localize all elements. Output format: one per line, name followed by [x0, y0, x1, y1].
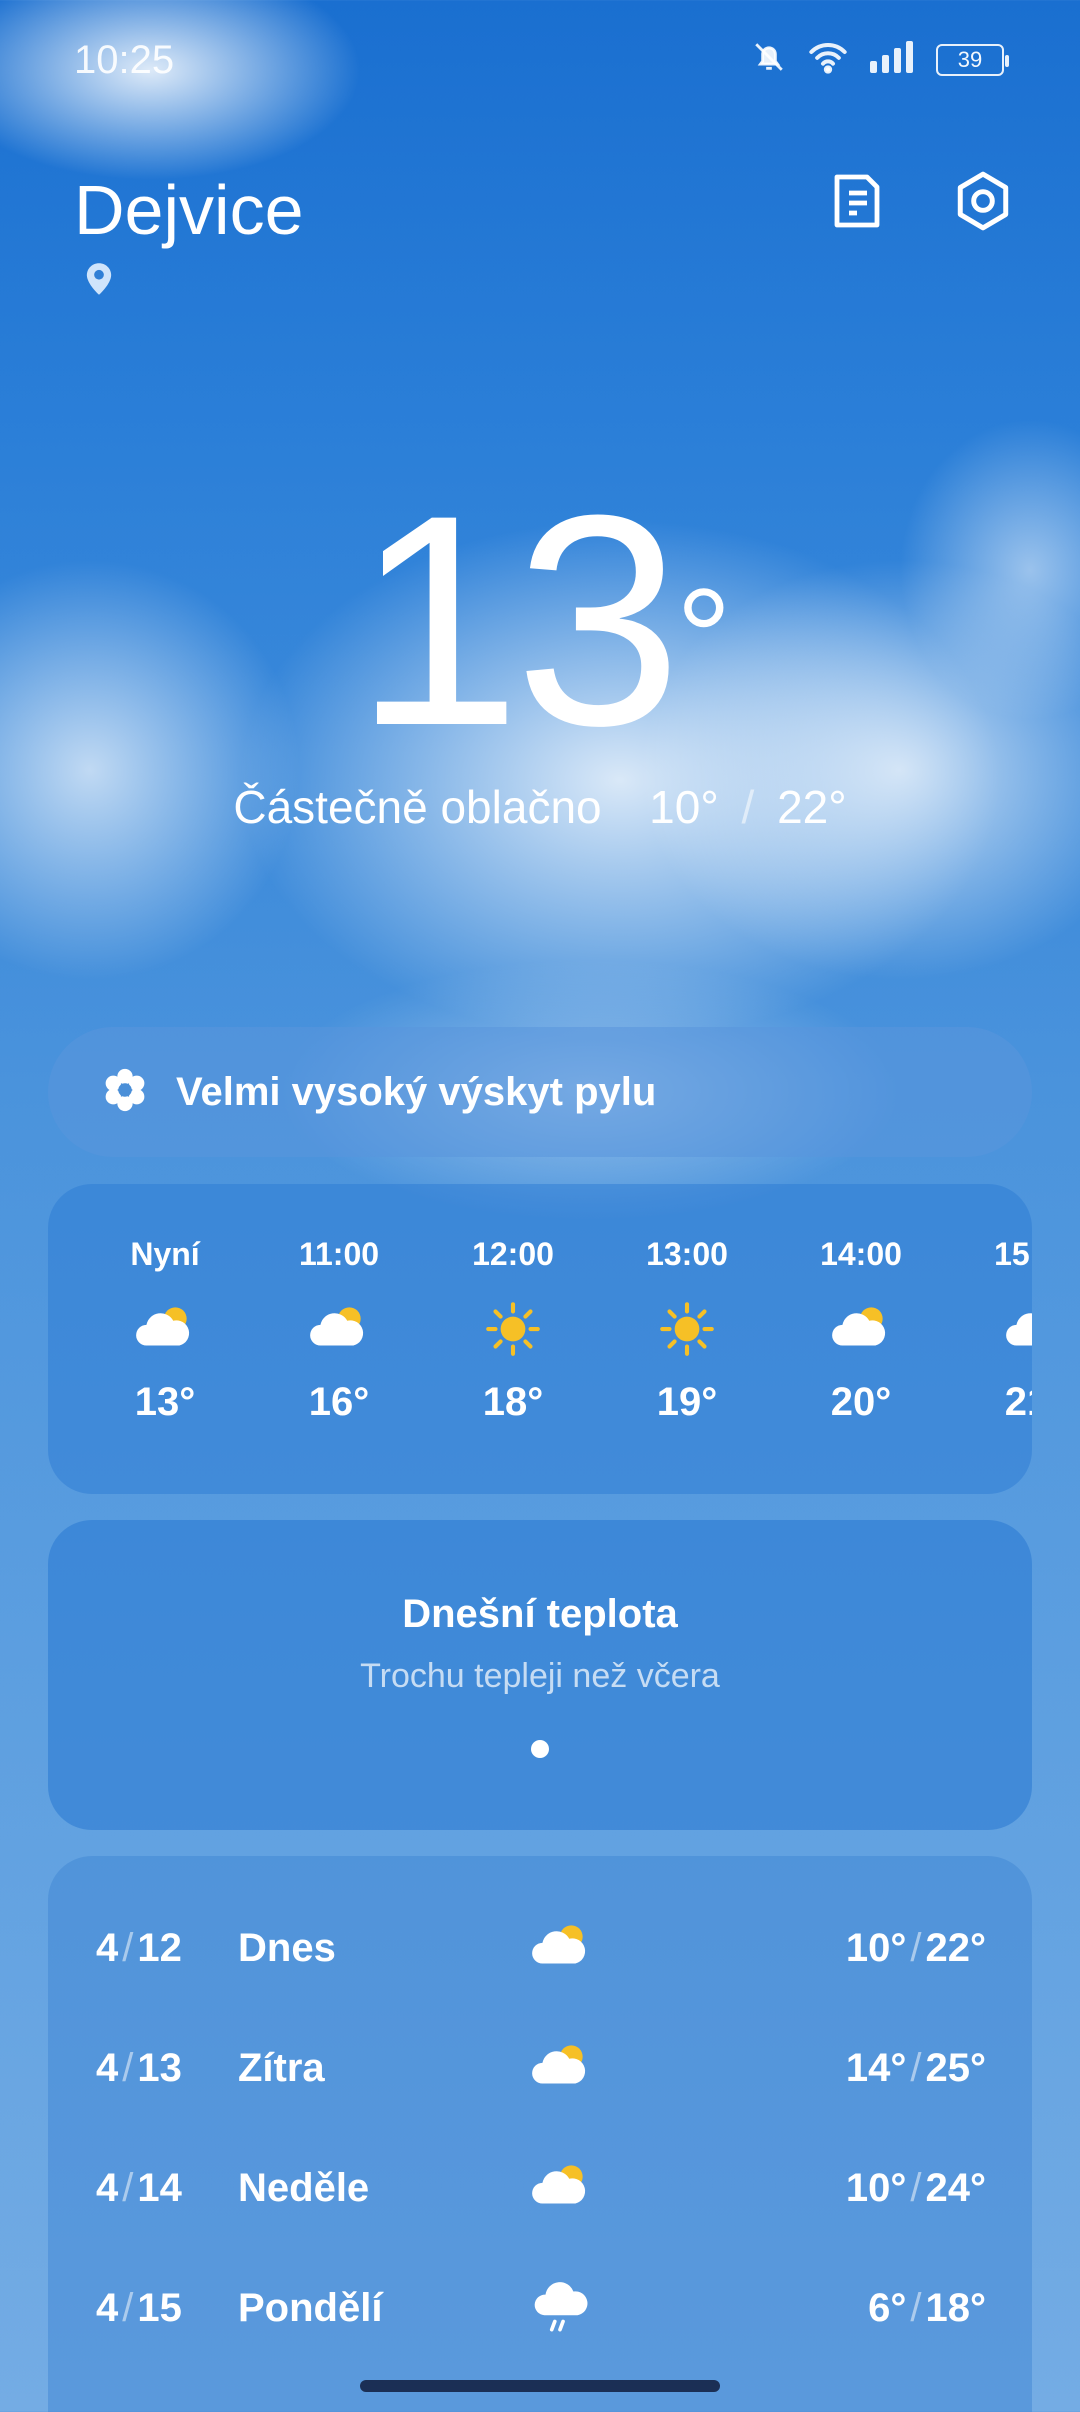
day-range: 14°/25°	[845, 2045, 986, 2090]
city-list-button[interactable]	[826, 172, 888, 234]
hourly-item: 14:00 20°	[774, 1184, 948, 1425]
hour-time: 11:00	[298, 1236, 380, 1272]
hourly-item: 12:00 18°	[426, 1184, 600, 1425]
day-name: Dnes	[238, 1925, 336, 1970]
condition-text: Částečně oblačno	[233, 781, 602, 833]
daily-row[interactable]: 4/12 Dnes 10°/22°	[48, 1888, 1032, 2008]
hour-temperature: 21°	[1004, 1380, 1032, 1424]
day-name: Zítra	[238, 2045, 325, 2090]
high-temp: 22°	[777, 781, 847, 833]
settings-button[interactable]	[952, 170, 1014, 237]
day-date: 4/12	[96, 1925, 182, 1970]
partly-cloudy-icon	[774, 1284, 948, 1374]
partly-cloudy-icon	[252, 1284, 426, 1374]
current-temperature-value: 13	[354, 452, 682, 788]
day-date: 4/13	[96, 2045, 182, 2090]
current-temperature: 13°	[0, 470, 1080, 770]
day-name: Pondělí	[238, 2285, 383, 2330]
hour-time: 14:00	[820, 1236, 902, 1272]
day-range: 6°/18°	[868, 2285, 986, 2330]
hour-temperature: 19°	[656, 1380, 718, 1424]
partly-cloudy-icon	[528, 1914, 594, 1985]
sun-icon	[426, 1284, 600, 1374]
hourly-item: Nyní 13°	[78, 1184, 252, 1425]
today-temperature-card[interactable]: Dnešní teplota Trochu tepleji než včera	[48, 1520, 1032, 1830]
day-date: 4/14	[96, 2165, 182, 2210]
settings-icon	[954, 170, 1012, 237]
battery-icon: 39	[936, 43, 1009, 76]
home-indicator[interactable]	[360, 2380, 720, 2392]
status-icons: 39	[752, 40, 1009, 79]
hour-time: 15:00	[994, 1236, 1032, 1272]
bell-off-icon	[752, 40, 786, 79]
hour-time: 12:00	[472, 1236, 554, 1272]
flower-icon	[102, 1067, 148, 1118]
hour-time: 13:00	[646, 1236, 728, 1272]
range-separator: /	[741, 781, 755, 833]
degree-symbol: °	[675, 559, 732, 716]
day-date: 4/15	[96, 2285, 182, 2330]
partly-cloudy-icon	[528, 2034, 594, 2105]
sun-icon	[600, 1284, 774, 1374]
day-range: 10°/22°	[845, 1925, 986, 1970]
wifi-icon	[808, 40, 848, 79]
daily-row[interactable]: 4/14 Neděle 10°/24°	[48, 2128, 1032, 2248]
city-name[interactable]: Dejvice	[74, 170, 304, 250]
hour-temperature: 20°	[830, 1380, 892, 1424]
today-subtitle: Trochu tepleji než včera	[360, 1657, 720, 1695]
hourly-list: Nyní 13° 11:00 16° 12:00 18° 13:00 19° 1…	[48, 1184, 1032, 1425]
partly-cloudy-icon	[528, 2154, 594, 2225]
today-title: Dnešní teplota	[402, 1592, 678, 1636]
hourly-item: 13:00 19°	[600, 1184, 774, 1425]
location-pin-icon	[84, 262, 114, 301]
status-time: 10:25	[74, 38, 175, 82]
day-range: 10°/24°	[845, 2165, 986, 2210]
hour-temperature: 13°	[134, 1380, 196, 1424]
partly-cloudy-icon	[78, 1284, 252, 1374]
daily-row[interactable]: 4/13 Zítra 14°/25°	[48, 2008, 1032, 2128]
hourly-item: 15:00 21°	[948, 1184, 1032, 1425]
signal-icon	[870, 41, 914, 78]
low-temp: 10°	[649, 781, 719, 833]
hour-temperature: 18°	[482, 1380, 544, 1424]
condition-line: Částečně oblačno 10° / 22°	[0, 780, 1080, 834]
rain-icon	[528, 2274, 594, 2345]
hour-temperature: 16°	[308, 1380, 370, 1424]
hourly-forecast[interactable]: Nyní 13° 11:00 16° 12:00 18° 13:00 19° 1…	[48, 1184, 1032, 1494]
city-list-icon	[831, 171, 883, 236]
hour-time: Nyní	[130, 1236, 200, 1272]
day-name: Neděle	[238, 2165, 370, 2210]
daily-row[interactable]: 4/15 Pondělí 6°/18°	[48, 2248, 1032, 2368]
pollen-text: Velmi vysoký výskyt pylu	[176, 1069, 657, 1114]
top-actions	[826, 170, 1014, 237]
status-bar: 10:25 39	[0, 0, 1080, 120]
hourly-item: 11:00 16°	[252, 1184, 426, 1425]
daily-forecast[interactable]: 4/12 Dnes 10°/22° 4/13 Zítra 14°/25° 4/1…	[48, 1856, 1032, 2412]
pollen-alert[interactable]: Velmi vysoký výskyt pylu	[48, 1027, 1032, 1157]
page-indicator-dot	[531, 1740, 549, 1758]
partly-cloudy-icon	[948, 1284, 1032, 1374]
